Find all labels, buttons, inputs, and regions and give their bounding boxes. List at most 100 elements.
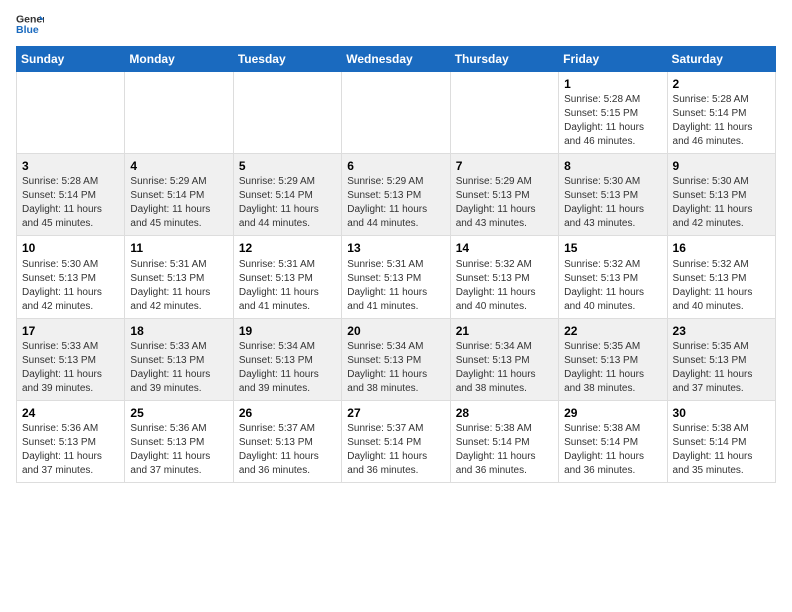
day-info: Sunrise: 5:31 AMSunset: 5:13 PMDaylight:… bbox=[239, 258, 336, 314]
day-cell: 23Sunrise: 5:35 AMSunset: 5:13 PMDayligh… bbox=[667, 318, 775, 400]
day-cell: 29Sunrise: 5:38 AMSunset: 5:14 PMDayligh… bbox=[559, 400, 667, 482]
day-cell: 16 Sunrise: 5:32 AMSunset: 5:13 PMDayligh… bbox=[667, 236, 775, 318]
day-number: 10 bbox=[22, 240, 119, 256]
header: General Blue bbox=[16, 10, 776, 38]
day-cell: 7Sunrise: 5:29 AMSunset: 5:13 PMDaylight… bbox=[450, 154, 558, 236]
day-cell: 5Sunrise: 5:29 AMSunset: 5:14 PMDaylight… bbox=[233, 154, 341, 236]
day-info: Sunrise: 5:34 AMSunset: 5:13 PMDaylight:… bbox=[347, 340, 444, 396]
day-info: Sunrise: 5:37 AMSunset: 5:14 PMDaylight:… bbox=[347, 422, 444, 478]
day-cell: 20Sunrise: 5:34 AMSunset: 5:13 PMDayligh… bbox=[342, 318, 450, 400]
weekday-header-row: SundayMondayTuesdayWednesdayThursdayFrid… bbox=[17, 47, 776, 72]
day-cell bbox=[125, 72, 233, 154]
day-info: Sunrise: 5:33 AMSunset: 5:13 PMDaylight:… bbox=[130, 340, 227, 396]
day-number: 1 bbox=[564, 76, 661, 92]
day-cell: 27Sunrise: 5:37 AMSunset: 5:14 PMDayligh… bbox=[342, 400, 450, 482]
day-number: 30 bbox=[673, 405, 770, 421]
day-number: 4 bbox=[130, 158, 227, 174]
day-number: 11 bbox=[130, 240, 227, 256]
day-cell: 15Sunrise: 5:32 AMSunset: 5:13 PMDayligh… bbox=[559, 236, 667, 318]
day-cell: 8Sunrise: 5:30 AMSunset: 5:13 PMDaylight… bbox=[559, 154, 667, 236]
logo-icon: General Blue bbox=[16, 10, 44, 38]
day-number: 18 bbox=[130, 323, 227, 339]
day-info: Sunrise: 5:36 AMSunset: 5:13 PMDaylight:… bbox=[130, 422, 227, 478]
day-info: Sunrise: 5:29 AMSunset: 5:13 PMDaylight:… bbox=[456, 175, 553, 231]
day-info: Sunrise: 5:29 AMSunset: 5:13 PMDaylight:… bbox=[347, 175, 444, 231]
day-number: 14 bbox=[456, 240, 553, 256]
day-number: 28 bbox=[456, 405, 553, 421]
weekday-sunday: Sunday bbox=[17, 47, 125, 72]
day-cell: 2Sunrise: 5:28 AMSunset: 5:14 PMDaylight… bbox=[667, 72, 775, 154]
day-cell: 26Sunrise: 5:37 AMSunset: 5:13 PMDayligh… bbox=[233, 400, 341, 482]
day-number: 21 bbox=[456, 323, 553, 339]
weekday-monday: Monday bbox=[125, 47, 233, 72]
day-number: 29 bbox=[564, 405, 661, 421]
day-info: Sunrise: 5:38 AMSunset: 5:14 PMDaylight:… bbox=[673, 422, 770, 478]
day-cell: 25Sunrise: 5:36 AMSunset: 5:13 PMDayligh… bbox=[125, 400, 233, 482]
day-info: Sunrise: 5:35 AMSunset: 5:13 PMDaylight:… bbox=[673, 340, 770, 396]
day-info: Sunrise: 5:31 AMSunset: 5:13 PMDaylight:… bbox=[130, 258, 227, 314]
day-number: 19 bbox=[239, 323, 336, 339]
day-number: 9 bbox=[673, 158, 770, 174]
day-number: 2 bbox=[673, 76, 770, 92]
day-number: 24 bbox=[22, 405, 119, 421]
day-info: Sunrise: 5:28 AMSunset: 5:15 PMDaylight:… bbox=[564, 93, 661, 149]
week-row-5: 24Sunrise: 5:36 AMSunset: 5:13 PMDayligh… bbox=[17, 400, 776, 482]
weekday-saturday: Saturday bbox=[667, 47, 775, 72]
page: General Blue SundayMondayTuesdayWednesda… bbox=[0, 0, 792, 499]
day-cell: 12Sunrise: 5:31 AMSunset: 5:13 PMDayligh… bbox=[233, 236, 341, 318]
week-row-1: 1Sunrise: 5:28 AMSunset: 5:15 PMDaylight… bbox=[17, 72, 776, 154]
day-info: Sunrise: 5:32 AMSunset: 5:13 PMDaylight:… bbox=[673, 258, 770, 314]
day-cell: 13 Sunrise: 5:31 AMSunset: 5:13 PMDayligh… bbox=[342, 236, 450, 318]
weekday-wednesday: Wednesday bbox=[342, 47, 450, 72]
week-row-3: 10 Sunrise: 5:30 AMSunset: 5:13 PMDayligh… bbox=[17, 236, 776, 318]
day-info: Sunrise: 5:30 AMSunset: 5:13 PMDaylight:… bbox=[673, 175, 770, 231]
day-number: 13 bbox=[347, 240, 444, 256]
day-info: Sunrise: 5:29 AMSunset: 5:14 PMDaylight:… bbox=[130, 175, 227, 231]
day-info: Sunrise: 5:32 AMSunset: 5:13 PMDaylight:… bbox=[456, 258, 553, 314]
day-number: 26 bbox=[239, 405, 336, 421]
day-number: 8 bbox=[564, 158, 661, 174]
day-cell: 22Sunrise: 5:35 AMSunset: 5:13 PMDayligh… bbox=[559, 318, 667, 400]
day-number: 17 bbox=[22, 323, 119, 339]
day-info: Sunrise: 5:38 AMSunset: 5:14 PMDaylight:… bbox=[564, 422, 661, 478]
day-info: Sunrise: 5:30 AMSunset: 5:13 PMDaylight:… bbox=[22, 258, 119, 314]
day-cell bbox=[17, 72, 125, 154]
logo: General Blue bbox=[16, 10, 44, 38]
day-number: 7 bbox=[456, 158, 553, 174]
day-cell bbox=[233, 72, 341, 154]
day-number: 6 bbox=[347, 158, 444, 174]
day-info: Sunrise: 5:29 AMSunset: 5:14 PMDaylight:… bbox=[239, 175, 336, 231]
weekday-tuesday: Tuesday bbox=[233, 47, 341, 72]
day-info: Sunrise: 5:33 AMSunset: 5:13 PMDaylight:… bbox=[22, 340, 119, 396]
day-cell: 11 Sunrise: 5:31 AMSunset: 5:13 PMDayligh… bbox=[125, 236, 233, 318]
week-row-4: 17Sunrise: 5:33 AMSunset: 5:13 PMDayligh… bbox=[17, 318, 776, 400]
day-cell bbox=[342, 72, 450, 154]
day-cell bbox=[450, 72, 558, 154]
day-cell: 14 Sunrise: 5:32 AMSunset: 5:13 PMDayligh… bbox=[450, 236, 558, 318]
day-cell: 18Sunrise: 5:33 AMSunset: 5:13 PMDayligh… bbox=[125, 318, 233, 400]
day-cell: 21Sunrise: 5:34 AMSunset: 5:13 PMDayligh… bbox=[450, 318, 558, 400]
day-cell: 6Sunrise: 5:29 AMSunset: 5:13 PMDaylight… bbox=[342, 154, 450, 236]
day-number: 23 bbox=[673, 323, 770, 339]
day-info: Sunrise: 5:28 AMSunset: 5:14 PMDaylight:… bbox=[673, 93, 770, 149]
day-info: Sunrise: 5:35 AMSunset: 5:13 PMDaylight:… bbox=[564, 340, 661, 396]
day-cell: 19Sunrise: 5:34 AMSunset: 5:13 PMDayligh… bbox=[233, 318, 341, 400]
weekday-thursday: Thursday bbox=[450, 47, 558, 72]
day-number: 16 bbox=[673, 240, 770, 256]
day-cell: 30Sunrise: 5:38 AMSunset: 5:14 PMDayligh… bbox=[667, 400, 775, 482]
day-cell: 10 Sunrise: 5:30 AMSunset: 5:13 PMDayligh… bbox=[17, 236, 125, 318]
day-info: Sunrise: 5:37 AMSunset: 5:13 PMDaylight:… bbox=[239, 422, 336, 478]
svg-text:Blue: Blue bbox=[16, 24, 39, 36]
weekday-friday: Friday bbox=[559, 47, 667, 72]
day-number: 25 bbox=[130, 405, 227, 421]
day-info: Sunrise: 5:31 AMSunset: 5:13 PMDaylight:… bbox=[347, 258, 444, 314]
day-number: 20 bbox=[347, 323, 444, 339]
day-number: 22 bbox=[564, 323, 661, 339]
day-info: Sunrise: 5:32 AMSunset: 5:13 PMDaylight:… bbox=[564, 258, 661, 314]
day-info: Sunrise: 5:30 AMSunset: 5:13 PMDaylight:… bbox=[564, 175, 661, 231]
day-info: Sunrise: 5:36 AMSunset: 5:13 PMDaylight:… bbox=[22, 422, 119, 478]
day-cell: 17Sunrise: 5:33 AMSunset: 5:13 PMDayligh… bbox=[17, 318, 125, 400]
day-info: Sunrise: 5:38 AMSunset: 5:14 PMDaylight:… bbox=[456, 422, 553, 478]
day-cell: 4Sunrise: 5:29 AMSunset: 5:14 PMDaylight… bbox=[125, 154, 233, 236]
week-row-2: 3Sunrise: 5:28 AMSunset: 5:14 PMDaylight… bbox=[17, 154, 776, 236]
